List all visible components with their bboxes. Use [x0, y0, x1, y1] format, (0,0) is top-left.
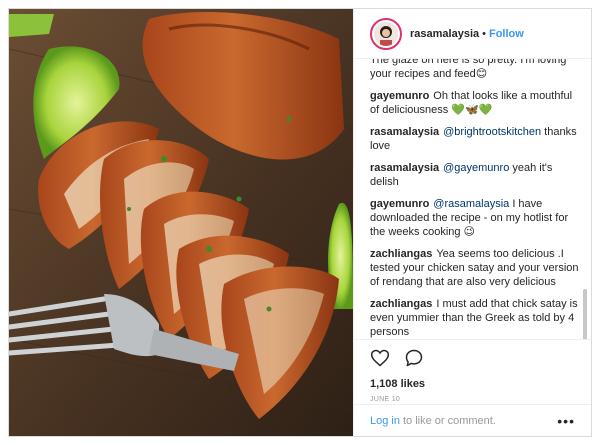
- comment-mention[interactable]: @brightrootskitchen: [443, 126, 541, 138]
- comment-username[interactable]: zachliangas: [370, 248, 432, 260]
- comment-item: gayemunro @rasamalaysia I have downloaded…: [370, 197, 580, 239]
- comment-username[interactable]: rasamalaysia: [370, 162, 439, 174]
- comment-mention[interactable]: @rasamalaysia: [433, 198, 509, 210]
- follow-button[interactable]: Follow: [489, 28, 524, 40]
- post-header: rasamalaysia • Follow: [354, 9, 591, 59]
- more-options-icon[interactable]: •••: [557, 414, 575, 428]
- separator-dot: •: [482, 27, 486, 40]
- comment-username[interactable]: gayemunro: [370, 198, 429, 210]
- comment-icon[interactable]: [404, 348, 424, 373]
- comment-item: The glaze on here is so pretty. I'm lovi…: [370, 59, 580, 81]
- avatar[interactable]: [370, 17, 402, 50]
- comment-item: zachliangas Yea seems too delicious .I te…: [370, 247, 580, 289]
- action-bar: 1,108 likes JUNE 10: [354, 339, 591, 403]
- login-link[interactable]: Log in: [370, 415, 400, 427]
- comments-list[interactable]: The glaze on here is so pretty. I'm lovi…: [354, 59, 591, 339]
- grilled-chicken-photo: [9, 9, 353, 436]
- comment-username[interactable]: zachliangas: [370, 298, 432, 310]
- heart-icon[interactable]: [370, 348, 390, 373]
- author-username[interactable]: rasamalaysia: [410, 28, 479, 40]
- post-photo[interactable]: [9, 9, 353, 436]
- likes-count[interactable]: 1,108 likes: [370, 378, 575, 390]
- avatar-image: [374, 21, 398, 46]
- post-frame: rasamalaysia • Follow The glaze on here …: [8, 8, 592, 437]
- login-prompt: to like or comment.: [402, 414, 496, 427]
- comment-item: rasamalaysia @brightrootskitchen thanks l…: [370, 125, 580, 153]
- comment-username[interactable]: rasamalaysia: [370, 126, 439, 138]
- login-footer: Log in to like or comment. •••: [354, 404, 591, 436]
- comment-item: zachliangas I must add that chick satay i…: [370, 297, 580, 339]
- comment-item: rasamalaysia @gayemunro yeah it's delish: [370, 161, 580, 189]
- post-date: JUNE 10: [370, 396, 401, 403]
- scrollbar[interactable]: [583, 289, 587, 339]
- comment-mention[interactable]: @gayemunro: [443, 162, 509, 174]
- comment-item: gayemunro Oh that looks like a mouthful o…: [370, 89, 580, 117]
- comment-username[interactable]: gayemunro: [370, 90, 429, 102]
- comment-text: The glaze on here is so pretty. I'm lovi…: [370, 59, 567, 80]
- post-sidebar: rasamalaysia • Follow The glaze on here …: [353, 9, 591, 436]
